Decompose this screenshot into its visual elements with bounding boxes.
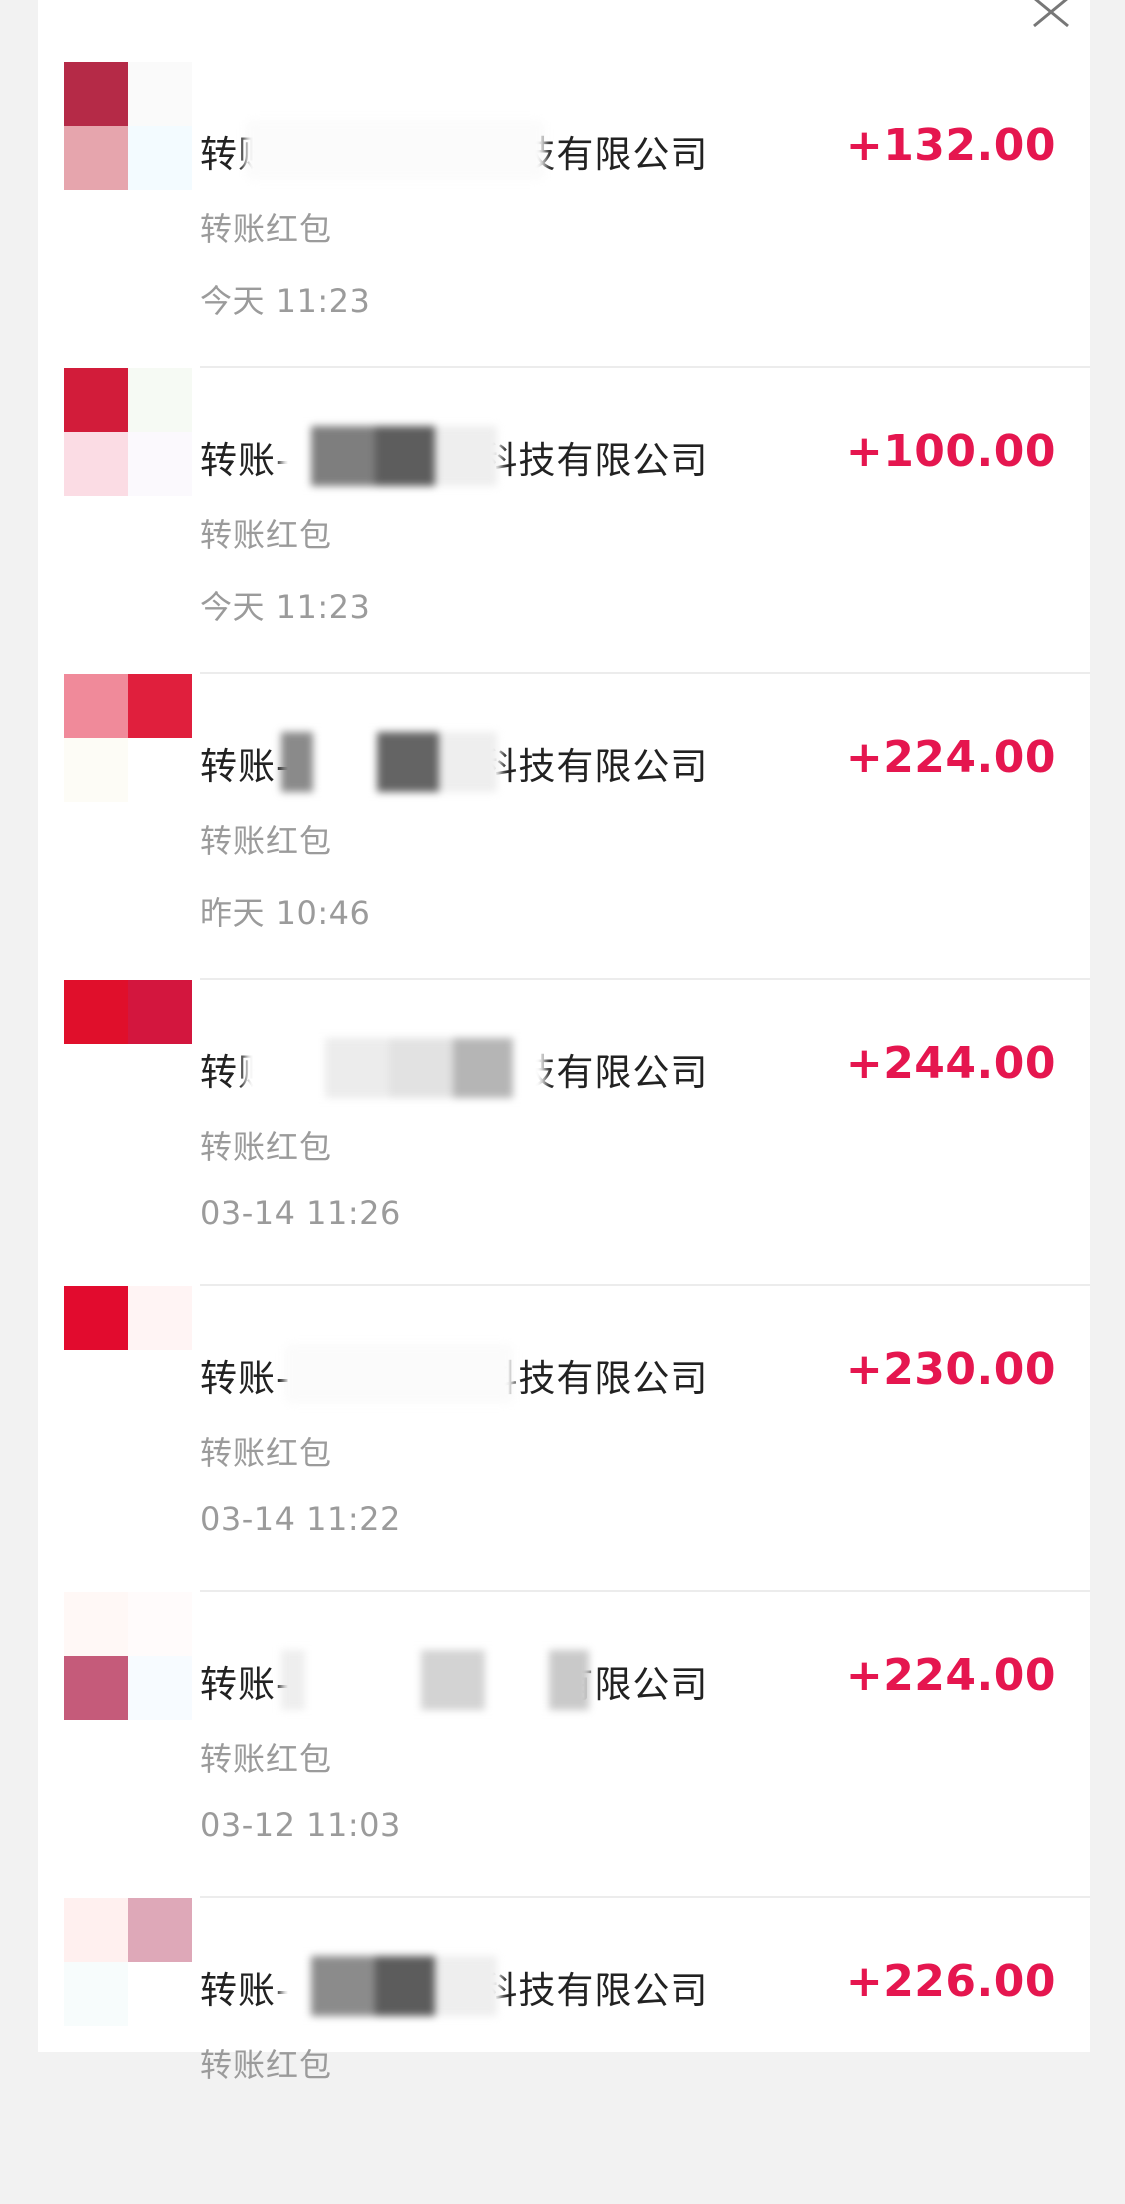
record-subtitle: 转账红包 xyxy=(200,2046,333,2084)
list-item[interactable]: 转账-ＸＸＸＸＸ科技有限公司 +224.00 转账红包 昨天 10:46 xyxy=(38,674,1090,980)
record-time: 今天 11:23 xyxy=(200,282,371,320)
avatar xyxy=(64,980,192,1108)
masked-region xyxy=(245,120,545,180)
avatar xyxy=(64,674,192,802)
record-time: 03-12 11:03 xyxy=(200,1806,401,1844)
record-subtitle: 转账红包 xyxy=(200,822,333,860)
record-subtitle: 转账红包 xyxy=(200,1434,333,1472)
masked-region xyxy=(281,1650,591,1710)
record-subtitle: 转账红包 xyxy=(200,516,333,554)
avatar xyxy=(64,1898,192,2026)
list-item[interactable]: 转账-ＸＸＸＸＸ科技有限公司 +100.00 转账红包 今天 11:23 xyxy=(38,368,1090,674)
masked-region xyxy=(281,732,501,792)
record-amount: +132.00 xyxy=(845,120,1056,171)
record-time: 今天 11:23 xyxy=(200,588,371,626)
avatar xyxy=(64,1592,192,1720)
record-amount: +230.00 xyxy=(845,1344,1056,1395)
record-subtitle: 转账红包 xyxy=(200,1740,333,1778)
avatar xyxy=(64,1286,192,1414)
avatar xyxy=(64,368,192,496)
record-subtitle: 转账红包 xyxy=(200,1128,333,1166)
masked-region xyxy=(281,1956,501,2016)
record-time: 03-14 11:22 xyxy=(200,1500,401,1538)
record-amount: +224.00 xyxy=(845,1650,1056,1701)
record-amount: +226.00 xyxy=(845,1956,1056,2007)
record-subtitle: 转账红包 xyxy=(200,210,333,248)
masked-region xyxy=(245,1038,545,1098)
list-item[interactable]: 转账-ＸＸＸＸＸ科技有限公司 +226.00 转账红包 xyxy=(38,1898,1090,2204)
masked-region xyxy=(281,426,501,486)
list-item[interactable]: 转账-ＸＸＸＸＸ科技有限公司 +132.00 转账红包 今天 11:23 xyxy=(38,62,1090,368)
close-icon[interactable] xyxy=(1028,0,1078,32)
list-item[interactable]: 转账-ＸＸＸＸＸ科技有限公司 +230.00 转账红包 03-14 11:22 xyxy=(38,1286,1090,1592)
record-time: 昨天 10:46 xyxy=(200,894,371,932)
record-amount: +244.00 xyxy=(845,1038,1056,1089)
list-item[interactable]: 转账-ＸＸＸＸＸ科技有限公司 +224.00 转账红包 03-12 11:03 xyxy=(38,1592,1090,1898)
record-amount: +224.00 xyxy=(845,732,1056,783)
list-item[interactable]: 转账-ＸＸＸＸＸ科技有限公司 +244.00 转账红包 03-14 11:26 xyxy=(38,980,1090,1286)
record-amount: +100.00 xyxy=(845,426,1056,477)
masked-region xyxy=(284,1344,514,1404)
avatar xyxy=(64,62,192,190)
record-time: 03-14 11:26 xyxy=(200,1194,401,1232)
